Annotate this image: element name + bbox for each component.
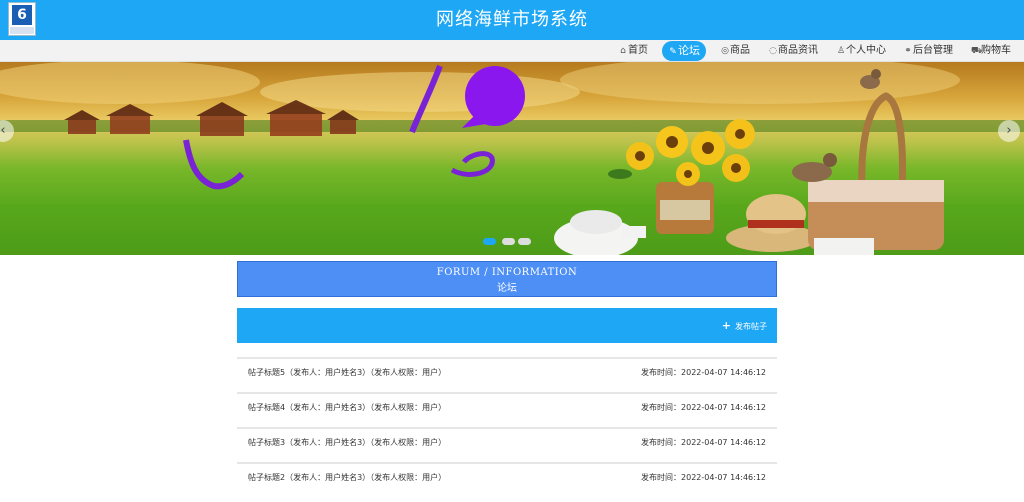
nav-goods-news-label: 商品资讯 xyxy=(778,45,818,56)
post-title: 帖子标题5（发布人：用户姓名3）（发布人权限：用户） xyxy=(248,368,447,377)
nav-admin[interactable]: ⚭后台管理 xyxy=(903,41,953,61)
goods-icon: ◎ xyxy=(721,46,729,56)
link-icon: ⚭ xyxy=(904,46,912,56)
post-row[interactable]: 帖子标题2（发布人：用户姓名3）（发布人权限：用户） 发布时间：2022-04-… xyxy=(237,462,777,492)
post-time: 发布时间：2022-04-07 14:46:12 xyxy=(641,368,766,377)
cart-icon: ⛟ xyxy=(971,46,983,56)
post-title: 帖子标题4（发布人：用户姓名3）（发布人权限：用户） xyxy=(248,403,447,412)
sunflowers xyxy=(608,119,755,234)
user-icon: ♙ xyxy=(836,46,846,56)
publish-post-label: 发布帖子 xyxy=(735,322,767,331)
nav-personal-center[interactable]: ♙个人中心 xyxy=(836,41,886,61)
nav-goods[interactable]: ◎商品 xyxy=(720,41,750,61)
post-time: 发布时间：2022-04-07 14:46:12 xyxy=(641,473,766,482)
nav-personal-center-label: 个人中心 xyxy=(846,45,886,56)
section-heading-zh: 论坛 xyxy=(497,283,517,294)
post-title: 帖子标题2（发布人：用户姓名3）（发布人权限：用户） xyxy=(248,473,447,482)
main-nav: ⌂ 首页 ✎论坛 ◎商品 ◌商品资讯 ♙个人中心 ⚭后台管理 ⛟购物车 xyxy=(0,40,1024,62)
banner-carousel[interactable]: ‹ › xyxy=(0,62,1024,255)
nav-admin-label: 后台管理 xyxy=(913,45,953,56)
post-time: 发布时间：2022-04-07 14:46:12 xyxy=(641,438,766,447)
post-row[interactable]: 帖子标题5（发布人：用户姓名3）（发布人权限：用户） 发布时间：2022-04-… xyxy=(237,357,777,387)
post-time: 发布时间：2022-04-07 14:46:12 xyxy=(641,403,766,412)
carousel-indicators xyxy=(483,238,531,248)
carousel-next-button[interactable]: › xyxy=(998,120,1020,142)
post-row[interactable]: 帖子标题4（发布人：用户姓名3）（发布人权限：用户） 发布时间：2022-04-… xyxy=(237,392,777,422)
site-title: 网络海鲜市场系统 xyxy=(436,9,588,30)
carousel-dot-1[interactable] xyxy=(483,238,496,245)
top-header: 6 网络海鲜市场系统 xyxy=(0,0,1024,40)
banner-image xyxy=(0,62,1024,255)
news-icon: ◌ xyxy=(769,46,777,56)
chat-icon: ✎ xyxy=(669,47,677,57)
post-toolbar: + 发布帖子 xyxy=(237,308,777,343)
post-title: 帖子标题3（发布人：用户姓名3）（发布人权限：用户） xyxy=(248,438,447,447)
nav-goods-news[interactable]: ◌商品资讯 xyxy=(768,41,818,61)
nav-goods-label: 商品 xyxy=(730,45,750,56)
carousel-dot-2[interactable] xyxy=(502,238,515,245)
nav-forum-label: 论坛 xyxy=(678,44,700,57)
nav-home[interactable]: ⌂ 首页 xyxy=(618,41,648,61)
nav-forum[interactable]: ✎论坛 xyxy=(662,41,706,61)
section-heading: FORUM / INFORMATION 论坛 xyxy=(237,261,777,297)
nav-cart-label: 购物车 xyxy=(981,45,1011,56)
carousel-dot-3[interactable] xyxy=(518,238,531,245)
plus-icon: + xyxy=(721,319,731,332)
nav-cart[interactable]: ⛟购物车 xyxy=(971,41,1011,61)
home-icon: ⌂ xyxy=(620,46,626,56)
section-heading-en: FORUM / INFORMATION xyxy=(436,267,578,278)
nav-home-label: 首页 xyxy=(628,45,648,56)
publish-post-button[interactable]: + 发布帖子 xyxy=(722,319,767,333)
post-row[interactable]: 帖子标题3（发布人：用户姓名3）（发布人权限：用户） 发布时间：2022-04-… xyxy=(237,427,777,457)
